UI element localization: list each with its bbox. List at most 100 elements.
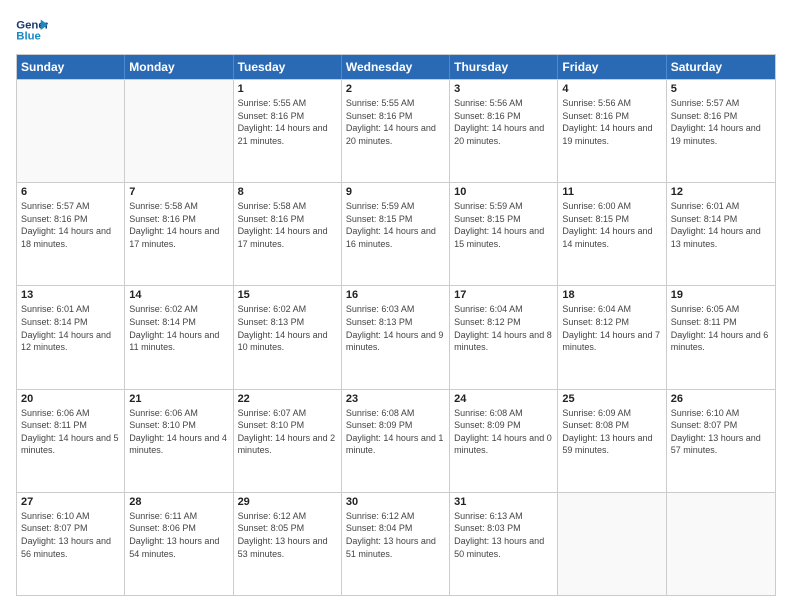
calendar-cell: 14 Sunrise: 6:02 AM Sunset: 8:14 PM Dayli… [125, 286, 233, 388]
cell-info: Sunrise: 5:58 AM Sunset: 8:16 PM Dayligh… [129, 200, 228, 250]
day-number: 6 [21, 186, 120, 198]
calendar-row: 20 Sunrise: 6:06 AM Sunset: 8:11 PM Dayli… [17, 389, 775, 492]
day-number: 9 [346, 186, 445, 198]
day-number: 18 [562, 289, 661, 301]
day-number: 12 [671, 186, 771, 198]
day-number: 10 [454, 186, 553, 198]
calendar-cell: 18 Sunrise: 6:04 AM Sunset: 8:12 PM Dayli… [558, 286, 666, 388]
calendar-cell [17, 80, 125, 182]
day-number: 17 [454, 289, 553, 301]
calendar-cell: 11 Sunrise: 6:00 AM Sunset: 8:15 PM Dayli… [558, 183, 666, 285]
calendar-cell: 30Sunrise: 6:12 AM Sunset: 8:04 PM Dayli… [342, 493, 450, 595]
day-number: 8 [238, 186, 337, 198]
svg-text:Blue: Blue [16, 31, 41, 43]
calendar-cell [558, 493, 666, 595]
day-number: 11 [562, 186, 661, 198]
cell-info: Sunrise: 6:05 AM Sunset: 8:11 PM Dayligh… [671, 303, 771, 353]
cell-info: Sunrise: 5:55 AM Sunset: 8:16 PM Dayligh… [346, 97, 445, 147]
cell-info: Sunrise: 5:56 AM Sunset: 8:16 PM Dayligh… [562, 97, 661, 147]
calendar-cell: 28Sunrise: 6:11 AM Sunset: 8:06 PM Dayli… [125, 493, 233, 595]
day-number: 15 [238, 289, 337, 301]
cell-info: Sunrise: 6:04 AM Sunset: 8:12 PM Dayligh… [454, 303, 553, 353]
cell-info: Sunrise: 5:58 AM Sunset: 8:16 PM Dayligh… [238, 200, 337, 250]
cell-info: Sunrise: 6:08 AM Sunset: 8:09 PM Dayligh… [454, 407, 553, 457]
calendar-cell: 13 Sunrise: 6:01 AM Sunset: 8:14 PM Dayli… [17, 286, 125, 388]
calendar-cell: 3Sunrise: 5:56 AM Sunset: 8:16 PM Daylig… [450, 80, 558, 182]
cell-info: Sunrise: 6:10 AM Sunset: 8:07 PM Dayligh… [671, 407, 771, 457]
calendar-cell: 22Sunrise: 6:07 AM Sunset: 8:10 PM Dayli… [234, 390, 342, 492]
calendar-cell: 29Sunrise: 6:12 AM Sunset: 8:05 PM Dayli… [234, 493, 342, 595]
day-number: 7 [129, 186, 228, 198]
day-number: 24 [454, 393, 553, 405]
day-number: 2 [346, 83, 445, 95]
calendar-cell: 27 Sunrise: 6:10 AM Sunset: 8:07 PM Dayli… [17, 493, 125, 595]
day-number: 13 [21, 289, 120, 301]
calendar-cell: 5Sunrise: 5:57 AM Sunset: 8:16 PM Daylig… [667, 80, 775, 182]
cell-info: Sunrise: 6:00 AM Sunset: 8:15 PM Dayligh… [562, 200, 661, 250]
day-number: 1 [238, 83, 337, 95]
calendar-row: 6 Sunrise: 5:57 AM Sunset: 8:16 PM Daylig… [17, 182, 775, 285]
weekday-header: Wednesday [342, 55, 450, 79]
cell-info: Sunrise: 6:11 AM Sunset: 8:06 PM Dayligh… [129, 510, 228, 560]
calendar-body: 1 Sunrise: 5:55 AM Sunset: 8:16 PM Daylig… [17, 79, 775, 595]
calendar-row: 1 Sunrise: 5:55 AM Sunset: 8:16 PM Daylig… [17, 79, 775, 182]
calendar-cell: 9 Sunrise: 5:59 AM Sunset: 8:15 PM Daylig… [342, 183, 450, 285]
day-number: 31 [454, 496, 553, 508]
calendar-cell: 15 Sunrise: 6:02 AM Sunset: 8:13 PM Dayli… [234, 286, 342, 388]
cell-info: Sunrise: 6:13 AM Sunset: 8:03 PM Dayligh… [454, 510, 553, 560]
cell-info: Sunrise: 6:02 AM Sunset: 8:14 PM Dayligh… [129, 303, 228, 353]
day-number: 23 [346, 393, 445, 405]
calendar-cell: 26Sunrise: 6:10 AM Sunset: 8:07 PM Dayli… [667, 390, 775, 492]
cell-info: Sunrise: 6:02 AM Sunset: 8:13 PM Dayligh… [238, 303, 337, 353]
calendar-cell: 24 Sunrise: 6:08 AM Sunset: 8:09 PM Dayli… [450, 390, 558, 492]
header: General Blue [16, 16, 776, 44]
calendar-cell: 21 Sunrise: 6:06 AM Sunset: 8:10 PM Dayli… [125, 390, 233, 492]
calendar-row: 13 Sunrise: 6:01 AM Sunset: 8:14 PM Dayli… [17, 285, 775, 388]
calendar-cell: 2 Sunrise: 5:55 AM Sunset: 8:16 PM Daylig… [342, 80, 450, 182]
weekday-header: Saturday [667, 55, 775, 79]
day-number: 19 [671, 289, 771, 301]
day-number: 27 [21, 496, 120, 508]
cell-info: Sunrise: 6:10 AM Sunset: 8:07 PM Dayligh… [21, 510, 120, 560]
day-number: 20 [21, 393, 120, 405]
calendar-cell: 23 Sunrise: 6:08 AM Sunset: 8:09 PM Dayli… [342, 390, 450, 492]
weekday-header: Thursday [450, 55, 558, 79]
cell-info: Sunrise: 6:09 AM Sunset: 8:08 PM Dayligh… [562, 407, 661, 457]
day-number: 25 [562, 393, 661, 405]
weekday-header: Tuesday [234, 55, 342, 79]
logo: General Blue [16, 16, 48, 44]
weekday-header: Sunday [17, 55, 125, 79]
day-number: 22 [238, 393, 337, 405]
cell-info: Sunrise: 5:59 AM Sunset: 8:15 PM Dayligh… [346, 200, 445, 250]
day-number: 14 [129, 289, 228, 301]
page: General Blue SundayMondayTuesdayWednesda… [0, 0, 792, 612]
weekday-header: Friday [558, 55, 666, 79]
cell-info: Sunrise: 6:06 AM Sunset: 8:10 PM Dayligh… [129, 407, 228, 457]
day-number: 21 [129, 393, 228, 405]
calendar-cell: 25 Sunrise: 6:09 AM Sunset: 8:08 PM Dayli… [558, 390, 666, 492]
calendar: SundayMondayTuesdayWednesdayThursdayFrid… [16, 54, 776, 596]
calendar-cell: 16Sunrise: 6:03 AM Sunset: 8:13 PM Dayli… [342, 286, 450, 388]
cell-info: Sunrise: 6:01 AM Sunset: 8:14 PM Dayligh… [671, 200, 771, 250]
calendar-header: SundayMondayTuesdayWednesdayThursdayFrid… [17, 55, 775, 79]
cell-info: Sunrise: 5:57 AM Sunset: 8:16 PM Dayligh… [21, 200, 120, 250]
weekday-header: Monday [125, 55, 233, 79]
cell-info: Sunrise: 5:59 AM Sunset: 8:15 PM Dayligh… [454, 200, 553, 250]
cell-info: Sunrise: 6:06 AM Sunset: 8:11 PM Dayligh… [21, 407, 120, 457]
calendar-cell: 10 Sunrise: 5:59 AM Sunset: 8:15 PM Dayli… [450, 183, 558, 285]
cell-info: Sunrise: 5:56 AM Sunset: 8:16 PM Dayligh… [454, 97, 553, 147]
calendar-cell: 17 Sunrise: 6:04 AM Sunset: 8:12 PM Dayli… [450, 286, 558, 388]
calendar-cell: 4Sunrise: 5:56 AM Sunset: 8:16 PM Daylig… [558, 80, 666, 182]
cell-info: Sunrise: 5:55 AM Sunset: 8:16 PM Dayligh… [238, 97, 337, 147]
calendar-cell: 6 Sunrise: 5:57 AM Sunset: 8:16 PM Daylig… [17, 183, 125, 285]
cell-info: Sunrise: 6:04 AM Sunset: 8:12 PM Dayligh… [562, 303, 661, 353]
calendar-cell: 8 Sunrise: 5:58 AM Sunset: 8:16 PM Daylig… [234, 183, 342, 285]
logo-icon: General Blue [16, 16, 48, 44]
calendar-cell: 31 Sunrise: 6:13 AM Sunset: 8:03 PM Dayli… [450, 493, 558, 595]
cell-info: Sunrise: 6:08 AM Sunset: 8:09 PM Dayligh… [346, 407, 445, 457]
calendar-cell: 1 Sunrise: 5:55 AM Sunset: 8:16 PM Daylig… [234, 80, 342, 182]
calendar-row: 27 Sunrise: 6:10 AM Sunset: 8:07 PM Dayli… [17, 492, 775, 595]
cell-info: Sunrise: 6:01 AM Sunset: 8:14 PM Dayligh… [21, 303, 120, 353]
cell-info: Sunrise: 5:57 AM Sunset: 8:16 PM Dayligh… [671, 97, 771, 147]
calendar-cell: 12 Sunrise: 6:01 AM Sunset: 8:14 PM Dayli… [667, 183, 775, 285]
